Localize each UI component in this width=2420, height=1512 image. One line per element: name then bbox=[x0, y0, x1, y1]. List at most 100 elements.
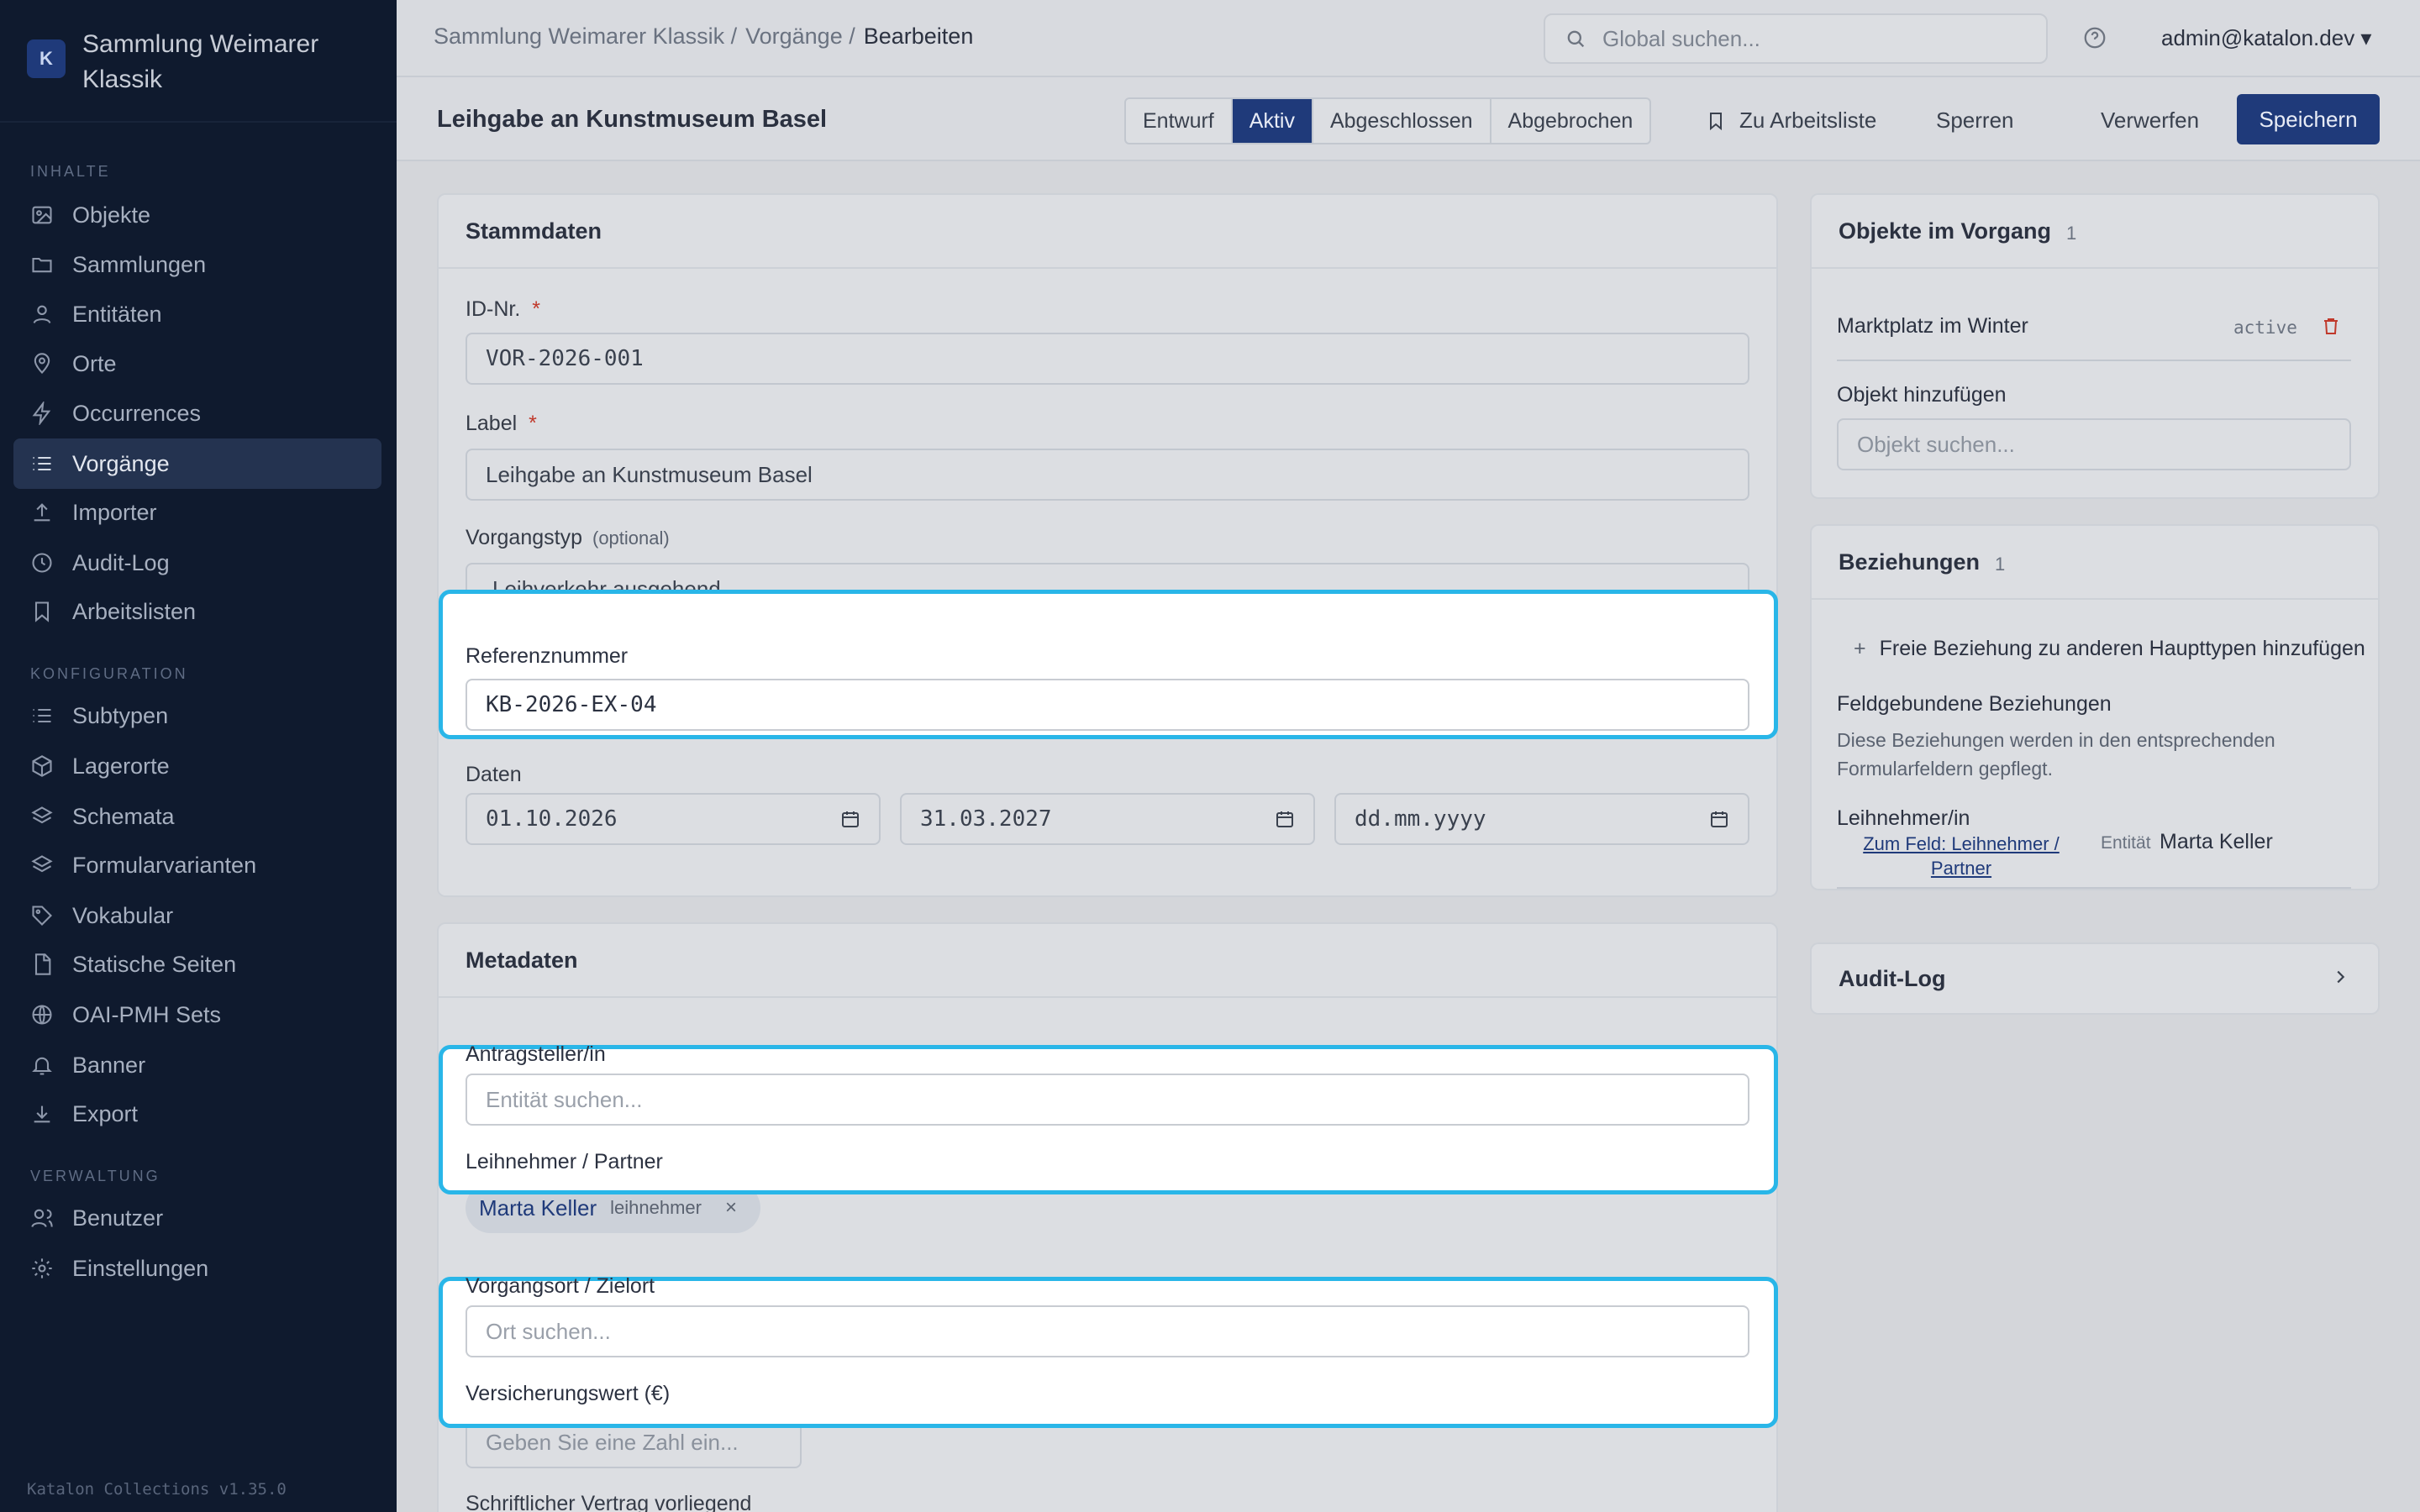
breadcrumb-current: Bearbeiten bbox=[863, 24, 974, 49]
type-label-text: Vorgangstyp bbox=[466, 526, 582, 549]
status-abgeschlossen-button[interactable]: Abgeschlossen bbox=[1313, 99, 1491, 143]
sidebar-item-arbeitslisten[interactable]: Arbeitslisten bbox=[13, 586, 381, 637]
objects-card-header: Objekte im Vorgang 1 bbox=[1812, 195, 2378, 269]
sidebar-item-vorgaenge[interactable]: Vorgänge bbox=[13, 438, 381, 489]
chevron-right-icon[interactable] bbox=[2331, 968, 2349, 986]
sidebar-item-formularvarianten[interactable]: Formularvarianten bbox=[13, 840, 381, 890]
objects-title: Objekte im Vorgang bbox=[1839, 218, 2052, 244]
field-bound-title: Feldgebundene Beziehungen bbox=[1837, 692, 2112, 716]
field-bound-desc-line1: Diese Beziehungen werden in den entsprec… bbox=[1837, 729, 2275, 751]
sidebar-item-banner[interactable]: Banner bbox=[13, 1040, 381, 1090]
record-header: Leihgabe an Kunstmuseum Basel Entwurf Ak… bbox=[397, 77, 2420, 161]
sidebar-item-objekte[interactable]: Objekte bbox=[13, 190, 381, 240]
file-icon bbox=[30, 953, 54, 976]
stammdaten-title: Stammdaten bbox=[439, 195, 1776, 269]
sidebar-item-label: Audit-Log bbox=[72, 549, 170, 575]
nav-section-inhalte: INHALTE bbox=[30, 163, 111, 180]
sidebar-item-lagerorte[interactable]: Lagerorte bbox=[13, 741, 381, 791]
sidebar-item-label: OAI-PMH Sets bbox=[72, 1001, 222, 1027]
label-label: Label * bbox=[466, 412, 537, 436]
place-search-input[interactable]: Ort suchen... bbox=[466, 1305, 1749, 1357]
sidebar-item-label: Vorgänge bbox=[72, 450, 170, 476]
chip-remove-icon[interactable]: × bbox=[725, 1196, 737, 1220]
chip-role: leihnehmer bbox=[610, 1197, 702, 1218]
sidebar-item-export[interactable]: Export bbox=[13, 1089, 381, 1139]
tag-icon bbox=[30, 904, 54, 927]
lock-button[interactable]: Sperren bbox=[1936, 108, 2014, 134]
calendar-icon[interactable] bbox=[1709, 809, 1729, 829]
sidebar-item-label: Importer bbox=[72, 499, 157, 525]
object-item-link[interactable]: Marktplatz im Winter bbox=[1837, 314, 2028, 339]
sidebar-item-label: Schemata bbox=[72, 803, 175, 829]
status-entwurf-button[interactable]: Entwurf bbox=[1126, 99, 1233, 143]
discard-button[interactable]: Verwerfen bbox=[2101, 108, 2199, 134]
relation-label: Leihnehmer/in bbox=[1837, 806, 1970, 830]
add-to-worklist-label: Zu Arbeitsliste bbox=[1739, 108, 1877, 133]
sidebar-item-importer[interactable]: Importer bbox=[13, 487, 381, 538]
sidebar-item-label: Sammlungen bbox=[72, 251, 207, 277]
sidebar-item-benutzer[interactable]: Benutzer bbox=[13, 1193, 381, 1243]
calendar-icon[interactable] bbox=[1275, 809, 1295, 829]
bookmark-icon bbox=[30, 600, 54, 623]
breadcrumb-item[interactable]: Vorgänge / bbox=[745, 24, 855, 50]
plus-icon: + bbox=[1854, 637, 1866, 660]
user-menu[interactable]: admin@katalon.dev ▾ bbox=[2161, 25, 2371, 51]
reference-number-field[interactable]: KB-2026-EX-04 bbox=[466, 679, 1749, 731]
sidebar-item-audit-log[interactable]: Audit-Log bbox=[13, 538, 381, 588]
list-icon bbox=[30, 452, 54, 475]
sidebar-item-label: Entitäten bbox=[72, 301, 162, 327]
sidebar-item-label: Statische Seiten bbox=[72, 951, 237, 977]
sidebar-item-schemata[interactable]: Schemata bbox=[13, 791, 381, 842]
breadcrumb-item[interactable]: Sammlung Weimarer Klassik / bbox=[434, 24, 737, 50]
reference-number-group: Referenznummer KB-2026-EX-04 bbox=[439, 590, 1778, 739]
sidebar-item-entitaeten[interactable]: Entitäten bbox=[13, 289, 381, 339]
id-field[interactable]: VOR-2026-001 bbox=[466, 333, 1749, 385]
id-label-text: ID-Nr. bbox=[466, 297, 521, 321]
sidebar-item-statische-seiten[interactable]: Statische Seiten bbox=[13, 939, 381, 990]
add-to-worklist-button[interactable]: Zu Arbeitsliste bbox=[1706, 108, 1876, 134]
sidebar-item-label: Vokabular bbox=[72, 902, 174, 928]
global-search-input[interactable]: Global suchen... bbox=[1544, 13, 2048, 64]
help-icon[interactable] bbox=[2082, 25, 2107, 50]
download-icon bbox=[30, 1102, 54, 1126]
search-icon bbox=[1564, 27, 1587, 50]
applicant-borrower-group: Antragsteller/in Entität suchen... Leihn… bbox=[439, 1042, 1778, 1194]
objects-count: 1 bbox=[2066, 223, 2077, 244]
brand[interactable]: K Sammlung Weimarer Klassik bbox=[27, 27, 393, 97]
start-date-field[interactable]: 01.10.2026 bbox=[466, 793, 881, 845]
audit-log-title: Audit-Log bbox=[1839, 965, 1946, 991]
status-segmented-control: Entwurf Aktiv Abgeschlossen Abgebrochen bbox=[1124, 97, 1652, 144]
page-title: Leihgabe an Kunstmuseum Basel bbox=[437, 106, 828, 133]
object-search-input[interactable]: Objekt suchen... bbox=[1837, 418, 2351, 470]
divider bbox=[1837, 887, 2351, 889]
list-icon bbox=[30, 704, 54, 727]
relation-value: Marta Keller bbox=[2160, 830, 2273, 853]
upload-icon bbox=[30, 501, 54, 524]
status-aktiv-button[interactable]: Aktiv bbox=[1232, 99, 1313, 143]
save-button[interactable]: Speichern bbox=[2237, 94, 2380, 144]
sidebar-item-vokabular[interactable]: Vokabular bbox=[13, 890, 381, 941]
sidebar-item-orte[interactable]: Orte bbox=[13, 339, 381, 389]
bell-icon bbox=[30, 1053, 54, 1077]
label-field[interactable]: Leihgabe an Kunstmuseum Basel bbox=[466, 449, 1749, 501]
sidebar-item-occurrences[interactable]: Occurrences bbox=[13, 388, 381, 438]
type-label: Vorgangstyp (optional) bbox=[466, 526, 670, 550]
status-abgebrochen-button[interactable]: Abgebrochen bbox=[1491, 99, 1650, 143]
sidebar-item-label: Subtypen bbox=[72, 702, 169, 728]
calendar-icon[interactable] bbox=[840, 809, 860, 829]
goto-field-link[interactable]: Zum Feld: Leihnehmer / Partner bbox=[1852, 832, 2070, 880]
sidebar-item-subtypen[interactable]: Subtypen bbox=[13, 690, 381, 741]
applicant-label: Antragsteller/in bbox=[466, 1042, 606, 1066]
relations-title: Beziehungen bbox=[1839, 549, 1981, 575]
applicant-search-input[interactable]: Entität suchen... bbox=[466, 1074, 1749, 1126]
end-date-field[interactable]: 31.03.2027 bbox=[900, 793, 1315, 845]
sidebar-item-oai-pmh-sets[interactable]: OAI-PMH Sets bbox=[13, 990, 381, 1040]
sidebar-item-einstellungen[interactable]: Einstellungen bbox=[13, 1243, 381, 1294]
sidebar-item-sammlungen[interactable]: Sammlungen bbox=[13, 239, 381, 290]
id-label: ID-Nr. * bbox=[466, 297, 540, 322]
trash-icon[interactable] bbox=[2321, 316, 2341, 336]
end-date-value: 31.03.2027 bbox=[920, 806, 1052, 832]
audit-log-card[interactable]: Audit-Log bbox=[1810, 942, 2380, 1015]
add-free-relation-button[interactable]: + Freie Beziehung zu anderen Haupttypen h… bbox=[1854, 637, 2365, 661]
third-date-field[interactable]: dd.mm.yyyy bbox=[1334, 793, 1749, 845]
